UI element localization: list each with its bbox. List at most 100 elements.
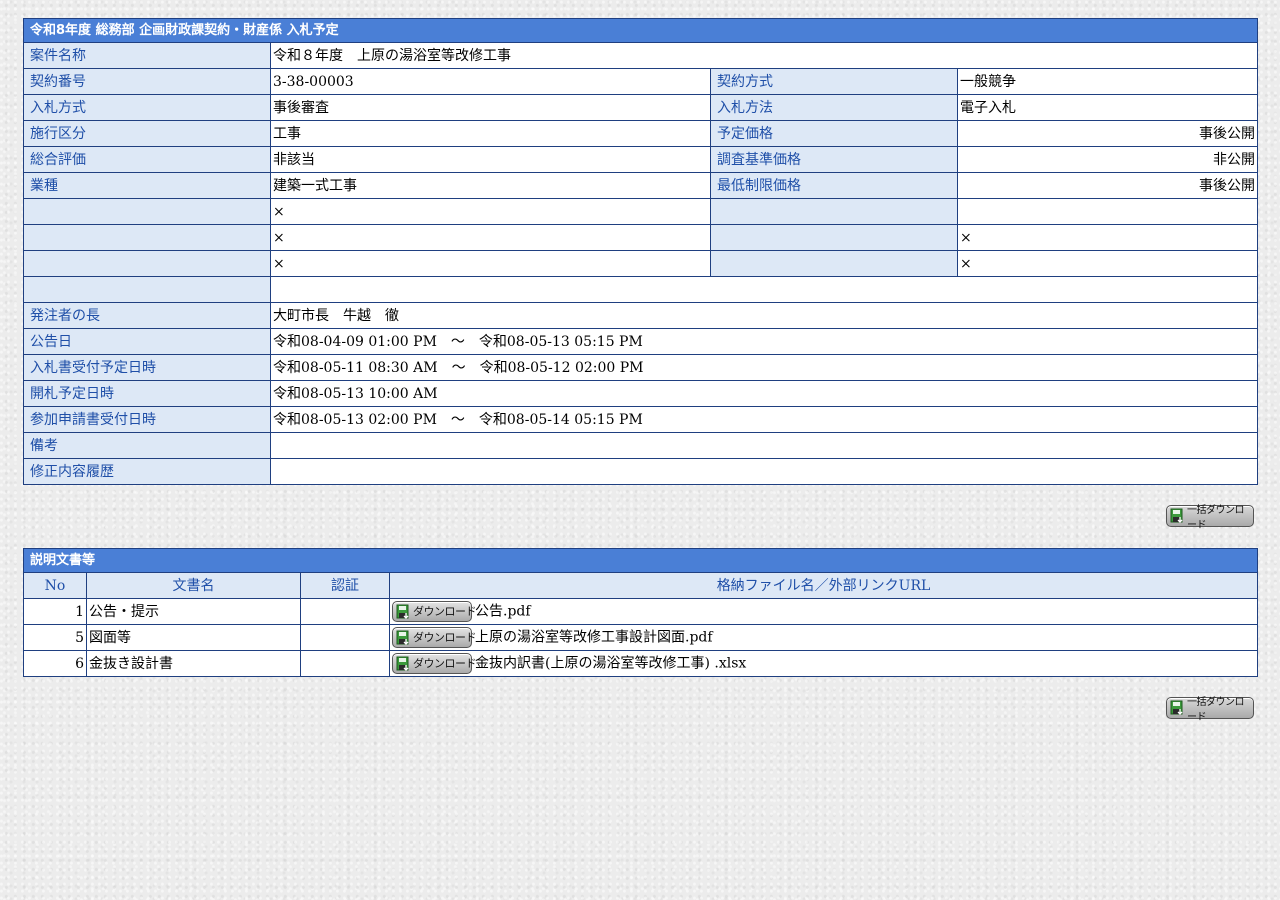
download-all-label: 一括ダウンロード xyxy=(1187,505,1245,531)
docs-section-title: 説明文書等 xyxy=(22,548,1259,573)
value-blank: × xyxy=(270,224,711,251)
section-title: 令和8年度 総務部 企画財政課契約・財産係 入札予定 xyxy=(23,18,1258,43)
value-minimum-price: 事後公開 xyxy=(957,172,1258,199)
row-bid-receipt: 入札書受付予定日時 令和08-05-11 08:30 AM ～ 令和08-05-… xyxy=(23,354,1258,381)
value-contract-no: 3-38-00003 xyxy=(270,68,711,95)
table-row: 5 図面等 ダウンロード 上原の湯浴室等改修工事設計図面.pdf xyxy=(23,624,1259,651)
value-opening: 令和08-05-13 10:00 AM xyxy=(270,380,1258,407)
doc-name: 金抜き設計書 xyxy=(86,650,301,677)
label-notice-date: 公告日 xyxy=(23,328,271,355)
row-contract-no: 契約番号 3-38-00003 契約方式 一般競争 xyxy=(23,68,1258,95)
download-icon xyxy=(396,604,410,620)
value-category: 工事 xyxy=(270,120,711,147)
label-bid-type: 入札方式 xyxy=(23,94,271,121)
row-blank-2: × × xyxy=(23,224,1258,251)
download-icon xyxy=(396,656,410,672)
label-blank xyxy=(710,198,958,225)
label-blank xyxy=(23,250,271,277)
row-notice-date: 公告日 令和08-04-09 01:00 PM ～ 令和08-05-13 05:… xyxy=(23,328,1258,355)
row-bid-method: 入札方式 事後審査 入札方法 電子入札 xyxy=(23,94,1258,121)
download-all-button[interactable]: 一括ダウンロード xyxy=(1166,697,1254,723)
label-evaluation: 総合評価 xyxy=(23,146,271,173)
row-category: 施行区分 工事 予定価格 事後公開 xyxy=(23,120,1258,147)
table-row: 1 公告・提示 ダウンロード 公告.pdf xyxy=(23,598,1259,625)
value-case-name: 令和８年度 上原の湯浴室等改修工事 xyxy=(270,42,1258,69)
download-all-bar-bottom: 一括ダウンロード xyxy=(23,677,1257,740)
label-case-name: 案件名称 xyxy=(23,42,271,69)
label-application: 参加申請書受付日時 xyxy=(23,406,271,433)
download-button[interactable]: ダウンロード xyxy=(392,653,477,674)
download-icon xyxy=(1170,508,1184,524)
doc-no: 1 xyxy=(23,598,87,625)
label-survey-price: 調査基準価格 xyxy=(710,146,958,173)
download-button[interactable]: ダウンロード xyxy=(392,627,477,648)
download-all-label: 一括ダウンロード xyxy=(1187,697,1245,723)
col-header-cert: 認証 xyxy=(300,572,390,599)
row-application: 参加申請書受付日時 令和08-05-13 02:00 PM ～ 令和08-05-… xyxy=(23,406,1258,433)
value-blank xyxy=(270,276,1258,303)
value-bid-method: 電子入札 xyxy=(957,94,1258,121)
doc-file-cell: ダウンロード 公告.pdf xyxy=(388,598,1259,625)
value-orderer: 大町市長 牛越 徹 xyxy=(270,302,1258,329)
download-all-bar: 一括ダウンロード xyxy=(23,485,1257,548)
label-blank xyxy=(710,224,958,251)
row-evaluation: 総合評価 非該当 調査基準価格 非公開 xyxy=(23,146,1258,173)
download-icon xyxy=(1170,700,1184,716)
value-blank: × xyxy=(270,198,711,225)
row-industry: 業種 建築一式工事 最低制限価格 事後公開 xyxy=(23,172,1258,199)
label-remarks: 備考 xyxy=(23,432,271,459)
value-bid-receipt: 令和08-05-11 08:30 AM ～ 令和08-05-12 02:00 P… xyxy=(270,354,1258,381)
row-revision: 修正内容履歴 xyxy=(23,458,1258,485)
row-blank-3: × × xyxy=(23,250,1258,277)
doc-file-name: 金抜内訳書(上原の湯浴室等改修工事) .xlsx xyxy=(475,655,747,672)
docs-header-row: No 文書名 認証 格納ファイル名／外部リンクURL xyxy=(23,572,1259,599)
label-blank xyxy=(23,224,271,251)
doc-cert xyxy=(300,624,390,651)
doc-no: 5 xyxy=(23,624,87,651)
value-blank: × xyxy=(957,250,1258,277)
value-survey-price: 非公開 xyxy=(957,146,1258,173)
row-remarks: 備考 xyxy=(23,432,1258,459)
row-orderer: 発注者の長 大町市長 牛越 徹 xyxy=(23,302,1258,329)
value-contract-method: 一般競争 xyxy=(957,68,1258,95)
label-blank xyxy=(23,198,271,225)
download-label: ダウンロード xyxy=(413,656,477,670)
download-label: ダウンロード xyxy=(413,630,477,644)
value-industry: 建築一式工事 xyxy=(270,172,711,199)
row-opening: 開札予定日時 令和08-05-13 10:00 AM xyxy=(23,380,1258,407)
label-estimated-price: 予定価格 xyxy=(710,120,958,147)
download-label: ダウンロード xyxy=(413,604,477,618)
bid-info-table: 令和8年度 総務部 企画財政課契約・財産係 入札予定 案件名称 令和８年度 上原… xyxy=(23,18,1258,485)
label-blank xyxy=(23,276,271,303)
label-orderer: 発注者の長 xyxy=(23,302,271,329)
row-blank-4 xyxy=(23,276,1258,303)
download-button[interactable]: ダウンロード xyxy=(392,601,477,622)
label-industry: 業種 xyxy=(23,172,271,199)
doc-file-name: 公告.pdf xyxy=(475,603,531,620)
label-category: 施行区分 xyxy=(23,120,271,147)
doc-name: 公告・提示 xyxy=(86,598,301,625)
label-bid-method: 入札方法 xyxy=(710,94,958,121)
value-blank: × xyxy=(957,224,1258,251)
download-icon xyxy=(396,630,410,646)
doc-no: 6 xyxy=(23,650,87,677)
page-container: 令和8年度 総務部 企画財政課契約・財産係 入札予定 案件名称 令和８年度 上原… xyxy=(22,18,1259,740)
table-row: 6 金抜き設計書 ダウンロード 金抜内訳書(上原の湯浴室等改修工事) .xlsx xyxy=(23,650,1259,677)
doc-cert xyxy=(300,598,390,625)
label-contract-no: 契約番号 xyxy=(23,68,271,95)
row-blank-1: × xyxy=(23,198,1258,225)
doc-file-cell: ダウンロード 上原の湯浴室等改修工事設計図面.pdf xyxy=(388,624,1259,651)
value-blank: × xyxy=(270,250,711,277)
label-blank xyxy=(710,250,958,277)
value-evaluation: 非該当 xyxy=(270,146,711,173)
value-remarks xyxy=(270,432,1258,459)
label-contract-method: 契約方式 xyxy=(710,68,958,95)
doc-file-cell: ダウンロード 金抜内訳書(上原の湯浴室等改修工事) .xlsx xyxy=(388,650,1259,677)
row-case-name: 案件名称 令和８年度 上原の湯浴室等改修工事 xyxy=(23,42,1258,69)
label-opening: 開札予定日時 xyxy=(23,380,271,407)
docs-table: 説明文書等 No 文書名 認証 格納ファイル名／外部リンクURL 1 公告・提示… xyxy=(22,548,1259,677)
value-blank xyxy=(957,198,1258,225)
label-minimum-price: 最低制限価格 xyxy=(710,172,958,199)
value-notice-date: 令和08-04-09 01:00 PM ～ 令和08-05-13 05:15 P… xyxy=(270,328,1258,355)
download-all-button[interactable]: 一括ダウンロード xyxy=(1166,505,1254,531)
